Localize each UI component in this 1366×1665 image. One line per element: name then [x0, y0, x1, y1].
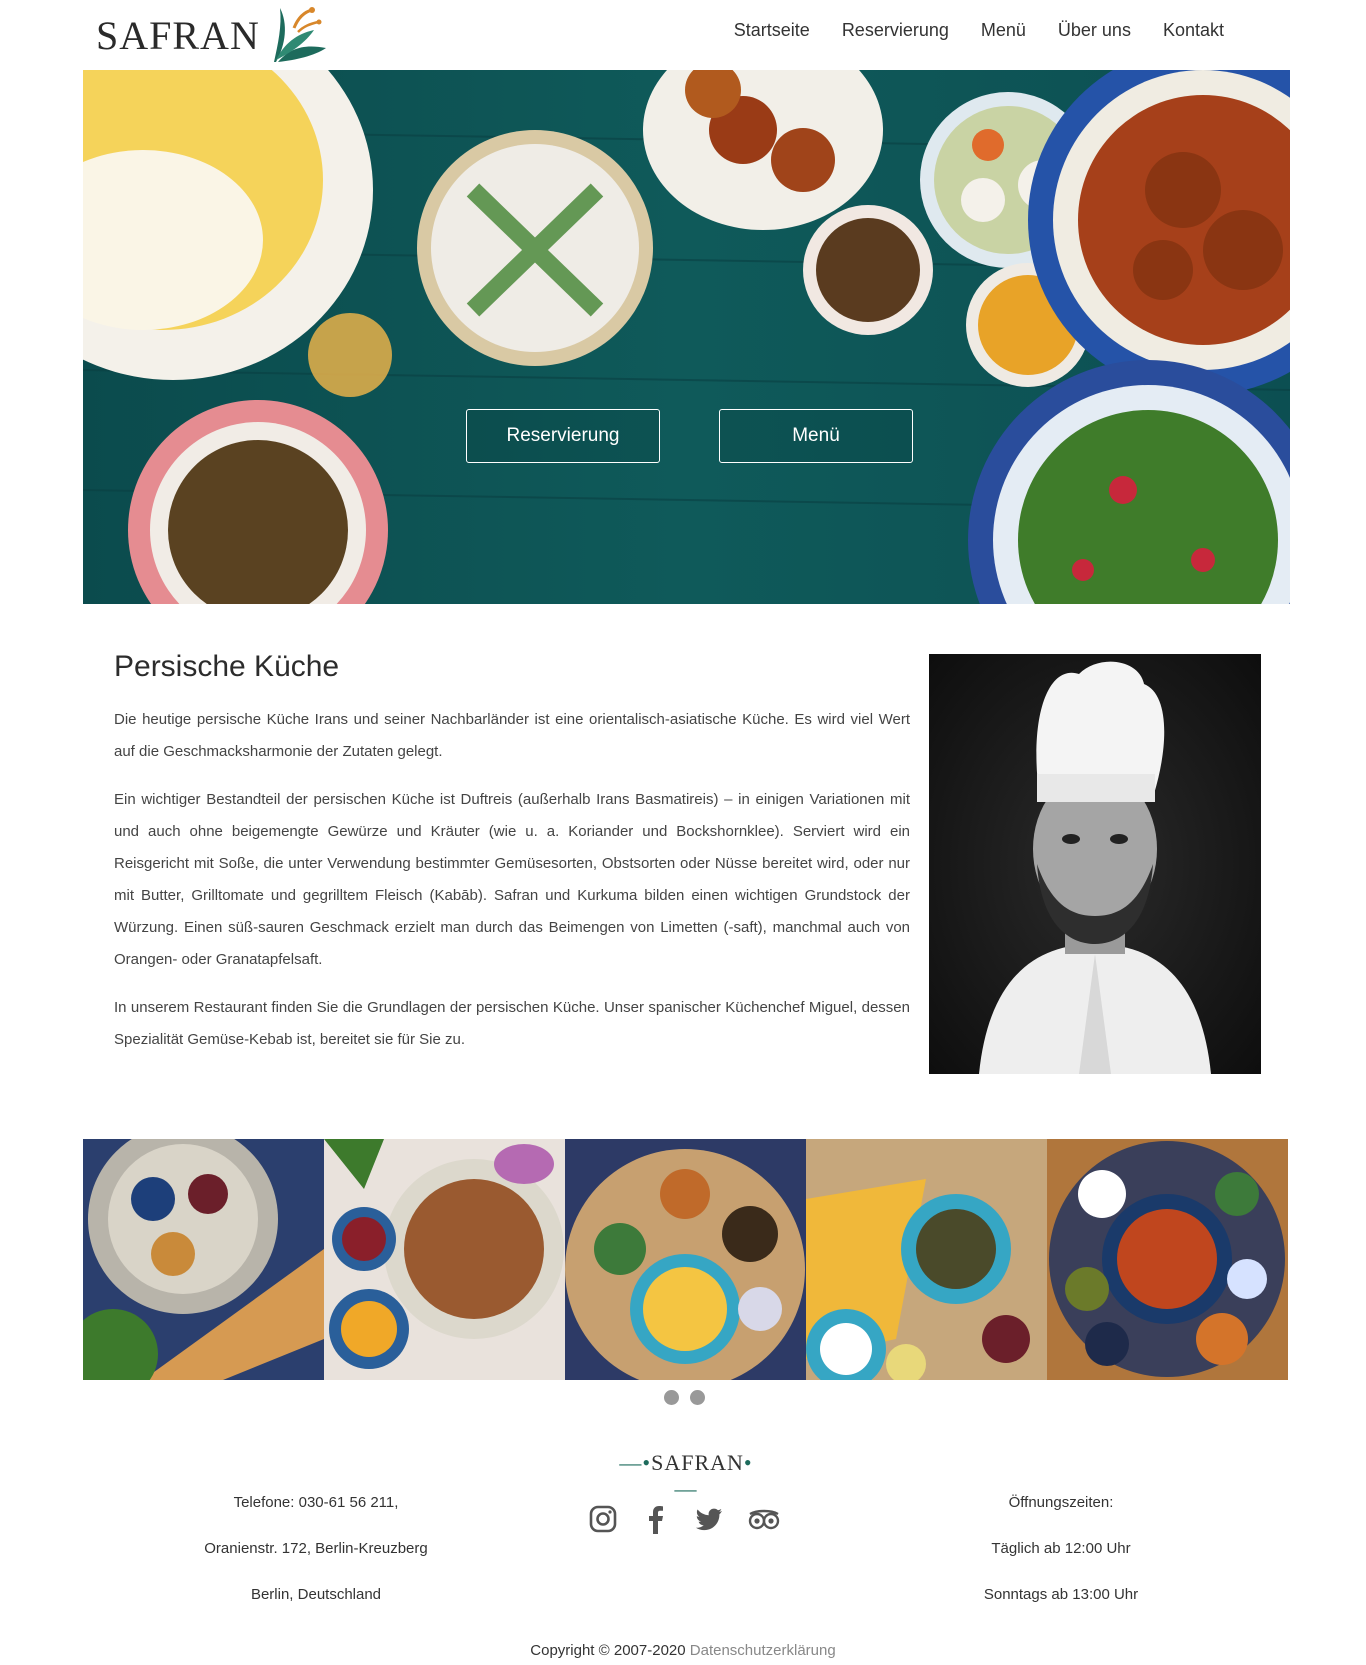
nav-item-startseite[interactable]: Startseite: [734, 20, 810, 41]
intro-paragraph-3: In unserem Restaurant finden Sie die Gru…: [114, 999, 910, 1048]
tripadvisor-icon[interactable]: [747, 1504, 780, 1534]
footer-address: Oranienstr. 172, Berlin-Kreuzberg: [204, 1540, 428, 1557]
copyright: Copyright © 2007-2020 Datenschutzerkläru…: [0, 1642, 1366, 1659]
gallery-image-2[interactable]: [324, 1139, 565, 1380]
hero-reservierung-button[interactable]: Reservierung: [466, 409, 660, 463]
facebook-icon[interactable]: [641, 1504, 671, 1534]
logo-text: SAFRAN: [96, 12, 260, 58]
saffron-leaf-icon: [273, 7, 326, 62]
privacy-link[interactable]: Datenschutzerklärung: [690, 1642, 836, 1659]
gallery-image-1[interactable]: [83, 1139, 324, 1380]
hero-banner: Reservierung Menü: [83, 70, 1290, 604]
gallery-image-3[interactable]: [565, 1139, 806, 1380]
footer-hours: Öffnungszeiten: Täglich ab 12:00 Uhr Son…: [911, 1493, 1211, 1631]
footer-phone: Telefone: 030-61 56 211,: [233, 1494, 399, 1511]
footer-hours-sunday: Sonntags ab 13:00 Uhr: [983, 1586, 1139, 1603]
gallery-pagination: [664, 1390, 705, 1405]
nav-item-ueber-uns[interactable]: Über uns: [1058, 20, 1131, 41]
logo-ornament-left: —•: [619, 1450, 652, 1475]
footer-contact: Telefone: 030-61 56 211, Oranienstr. 172…: [166, 1493, 466, 1631]
gallery-image-4[interactable]: [806, 1139, 1047, 1380]
chef-photo: [929, 654, 1261, 1074]
twitter-icon[interactable]: [694, 1504, 724, 1534]
nav-item-kontakt[interactable]: Kontakt: [1163, 20, 1224, 41]
footer-logo: —•SAFRAN•—: [616, 1450, 756, 1502]
gallery-dot-2[interactable]: [690, 1390, 705, 1405]
footer-hours-daily: Täglich ab 12:00 Uhr: [991, 1540, 1131, 1557]
hero-menu-button[interactable]: Menü: [719, 409, 913, 463]
main-nav: Startseite Reservierung Menü Über uns Ko…: [734, 20, 1224, 41]
gallery-dot-1[interactable]: [664, 1390, 679, 1405]
intro-title: Persische Küche: [114, 650, 340, 683]
instagram-icon[interactable]: [588, 1504, 618, 1534]
footer-hours-title: Öffnungszeiten:: [1008, 1494, 1114, 1511]
footer-city: Berlin, Deutschland: [250, 1586, 382, 1603]
footer-logo-text: SAFRAN: [651, 1450, 744, 1475]
intro-paragraph-2: Ein wichtiger Bestandteil der persischen…: [114, 791, 910, 968]
hero-food-image: [83, 70, 1290, 604]
food-gallery: [83, 1139, 1290, 1380]
site-header: SAFRAN Startseite Reservierung Menü Über…: [0, 0, 1366, 70]
intro-paragraph-1: Die heutige persische Küche Irans und se…: [114, 711, 910, 760]
nav-item-menu[interactable]: Menü: [981, 20, 1026, 41]
gallery-image-5[interactable]: [1047, 1139, 1288, 1380]
copyright-text: Copyright © 2007-2020: [530, 1642, 686, 1659]
logo[interactable]: SAFRAN: [96, 4, 332, 66]
intro-section: Persische Küche Die heutige persische Kü…: [114, 650, 910, 1072]
social-links: [588, 1504, 780, 1534]
nav-item-reservierung[interactable]: Reservierung: [842, 20, 949, 41]
